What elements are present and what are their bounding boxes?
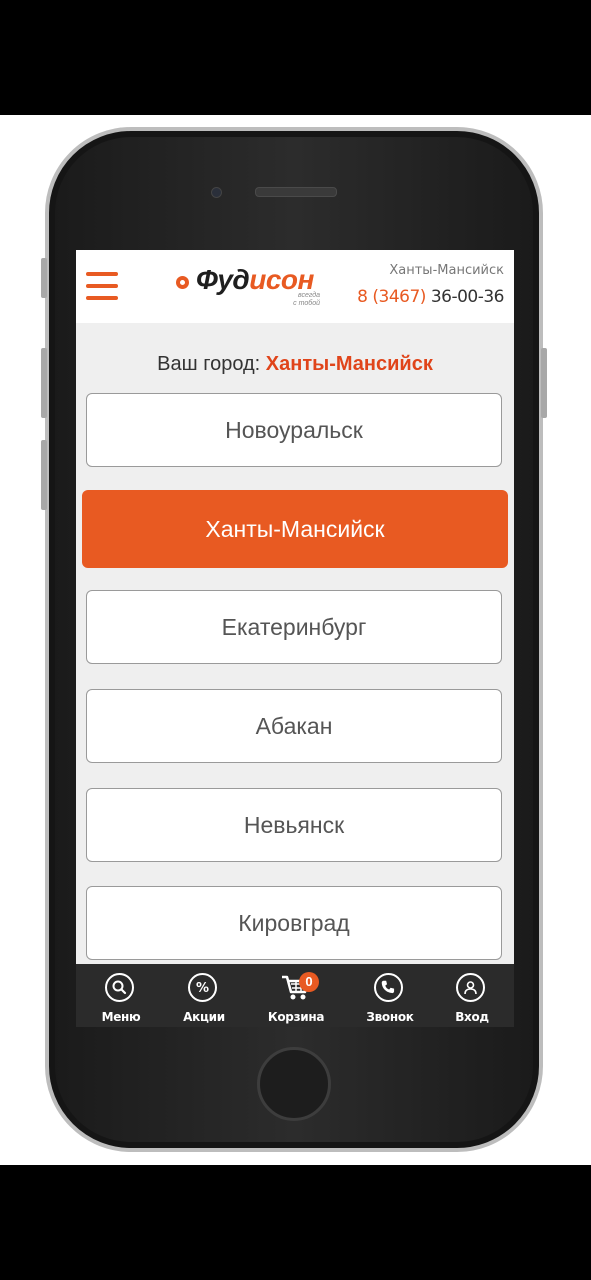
nav-menu[interactable]: Меню bbox=[86, 964, 156, 1027]
city-option-abakan[interactable]: Абакан bbox=[86, 689, 502, 763]
search-icon bbox=[105, 973, 134, 1002]
volume-down-button bbox=[41, 440, 47, 510]
nav-promotions-label: Акции bbox=[183, 1010, 225, 1024]
mute-switch bbox=[41, 258, 47, 298]
header-city: Ханты-Мансийск bbox=[389, 263, 504, 278]
bottom-nav-bar: Меню % Акции 0 Корзина Звонок Вход bbox=[76, 964, 514, 1027]
volume-up-button bbox=[41, 348, 47, 418]
nav-cart[interactable]: 0 Корзина bbox=[261, 964, 331, 1027]
nav-login-label: Вход bbox=[455, 1010, 489, 1024]
nav-login[interactable]: Вход bbox=[437, 964, 507, 1027]
front-camera bbox=[211, 187, 222, 198]
nav-promotions[interactable]: % Акции bbox=[169, 964, 239, 1027]
user-icon bbox=[456, 973, 485, 1002]
nav-menu-label: Меню bbox=[101, 1010, 141, 1024]
earpiece-speaker bbox=[255, 187, 337, 197]
current-city-label: Ваш город: Ханты-Мансийск bbox=[157, 353, 433, 375]
phone-icon bbox=[374, 973, 403, 1002]
percent-icon: % bbox=[188, 973, 217, 1002]
brand-logo[interactable]: Фудисон всегда с тобой bbox=[176, 264, 346, 310]
city-option-nevyansk[interactable]: Невьянск bbox=[86, 788, 502, 862]
city-option-khanty-mansiysk[interactable]: Ханты-Мансийск bbox=[82, 490, 508, 568]
city-option-kirovgrad[interactable]: Кировград bbox=[86, 886, 502, 960]
home-button[interactable] bbox=[257, 1047, 331, 1121]
header-phone[interactable]: 8 (3467) 36-00-36 bbox=[357, 287, 504, 307]
nav-call-label: Звонок bbox=[366, 1010, 414, 1024]
power-button bbox=[541, 348, 547, 418]
nav-call[interactable]: Звонок bbox=[355, 964, 425, 1027]
svg-text:%: % bbox=[196, 981, 209, 996]
logo-tagline: всегда с тобой bbox=[293, 292, 320, 307]
city-option-ekaterinburg[interactable]: Екатеринбург bbox=[86, 590, 502, 664]
nav-cart-label: Корзина bbox=[267, 1010, 325, 1024]
hamburger-menu-icon[interactable] bbox=[86, 270, 118, 302]
cart-count-badge: 0 bbox=[299, 972, 319, 992]
city-option-novouralsk[interactable]: Новоуральск bbox=[86, 393, 502, 467]
logo-mark-icon bbox=[176, 276, 189, 289]
app-header: Фудисон всегда с тобой Ханты-Мансийск 8 … bbox=[76, 250, 514, 323]
app-screen: Фудисон всегда с тобой Ханты-Мансийск 8 … bbox=[76, 250, 514, 1027]
